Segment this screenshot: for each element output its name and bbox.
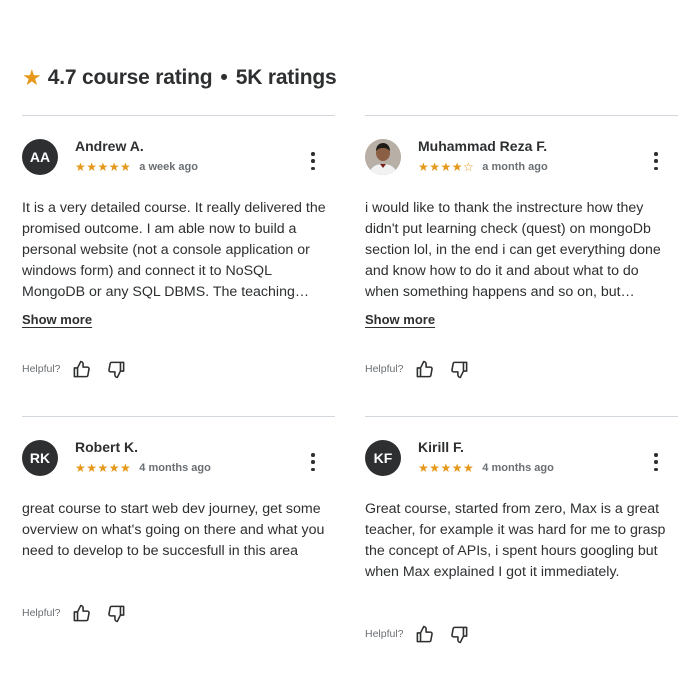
helpful-label: Helpful? bbox=[365, 628, 404, 640]
more-options-icon[interactable] bbox=[651, 152, 661, 170]
review-date: a month ago bbox=[482, 161, 548, 173]
thumbs-down-icon[interactable] bbox=[106, 358, 128, 380]
divider bbox=[365, 416, 678, 417]
thumbs-down-icon[interactable] bbox=[106, 602, 128, 624]
review-card: AA Andrew A. ★★★★★ a week ago It is a ve… bbox=[22, 115, 335, 405]
reviewer-name: Robert K. bbox=[75, 439, 138, 455]
more-options-icon[interactable] bbox=[308, 152, 318, 170]
review-card: RK Robert K. ★★★★★ 4 months ago great co… bbox=[22, 416, 335, 646]
show-more-button[interactable]: Show more bbox=[365, 312, 435, 327]
review-meta: ★★★★☆ a month ago bbox=[418, 160, 548, 174]
separator-dot: • bbox=[220, 66, 228, 89]
thumbs-down-icon[interactable] bbox=[449, 623, 471, 645]
review-text: i would like to thank the instrecture ho… bbox=[365, 200, 661, 300]
divider bbox=[22, 416, 335, 417]
star-rating: ★★★★☆ bbox=[418, 160, 475, 174]
star-icon: ★ bbox=[22, 65, 42, 90]
reviewer-name: Muhammad Reza F. bbox=[418, 138, 548, 154]
helpful-label: Helpful? bbox=[22, 607, 61, 619]
helpful-label: Helpful? bbox=[22, 363, 61, 375]
avatar: RK bbox=[22, 440, 58, 476]
review-card: KF Kirill F. ★★★★★ 4 months ago Great co… bbox=[365, 416, 678, 666]
star-rating: ★★★★★ bbox=[418, 461, 475, 475]
star-rating: ★★★★★ bbox=[75, 461, 132, 475]
reviewer-name: Kirill F. bbox=[418, 439, 464, 455]
review-meta: ★★★★★ a week ago bbox=[75, 160, 198, 174]
thumbs-up-icon[interactable] bbox=[71, 602, 93, 624]
more-options-icon[interactable] bbox=[651, 453, 661, 471]
helpful-row: Helpful? bbox=[22, 602, 141, 624]
divider bbox=[365, 115, 678, 116]
more-options-icon[interactable] bbox=[308, 453, 318, 471]
helpful-row: Helpful? bbox=[365, 623, 484, 645]
avatar: KF bbox=[365, 440, 401, 476]
review-card: Muhammad Reza F. ★★★★☆ a month ago i wou… bbox=[365, 115, 678, 405]
review-text: Great course, started from zero, Max is … bbox=[365, 501, 666, 580]
thumbs-down-icon[interactable] bbox=[449, 358, 471, 380]
review-meta: ★★★★★ 4 months ago bbox=[418, 461, 554, 475]
avatar: AA bbox=[22, 139, 58, 175]
review-date: a week ago bbox=[139, 161, 198, 173]
helpful-row: Helpful? bbox=[365, 358, 484, 380]
course-rating: 4.7 course rating bbox=[47, 66, 213, 89]
divider bbox=[22, 115, 335, 116]
thumbs-up-icon[interactable] bbox=[414, 358, 436, 380]
course-rating-header: ★ 4.7 course rating • 5K ratings bbox=[22, 62, 337, 94]
ratings-count: 5K ratings bbox=[235, 66, 337, 89]
helpful-row: Helpful? bbox=[22, 358, 141, 380]
reviewer-name: Andrew A. bbox=[75, 138, 144, 154]
review-meta: ★★★★★ 4 months ago bbox=[75, 461, 211, 475]
review-date: 4 months ago bbox=[139, 462, 211, 474]
thumbs-up-icon[interactable] bbox=[71, 358, 93, 380]
review-date: 4 months ago bbox=[482, 462, 554, 474]
review-text: It is a very detailed course. It really … bbox=[22, 200, 326, 300]
thumbs-up-icon[interactable] bbox=[414, 623, 436, 645]
review-text: great course to start web dev journey, g… bbox=[22, 501, 325, 559]
avatar bbox=[365, 139, 401, 175]
helpful-label: Helpful? bbox=[365, 363, 404, 375]
star-rating: ★★★★★ bbox=[75, 160, 132, 174]
show-more-button[interactable]: Show more bbox=[22, 312, 92, 327]
